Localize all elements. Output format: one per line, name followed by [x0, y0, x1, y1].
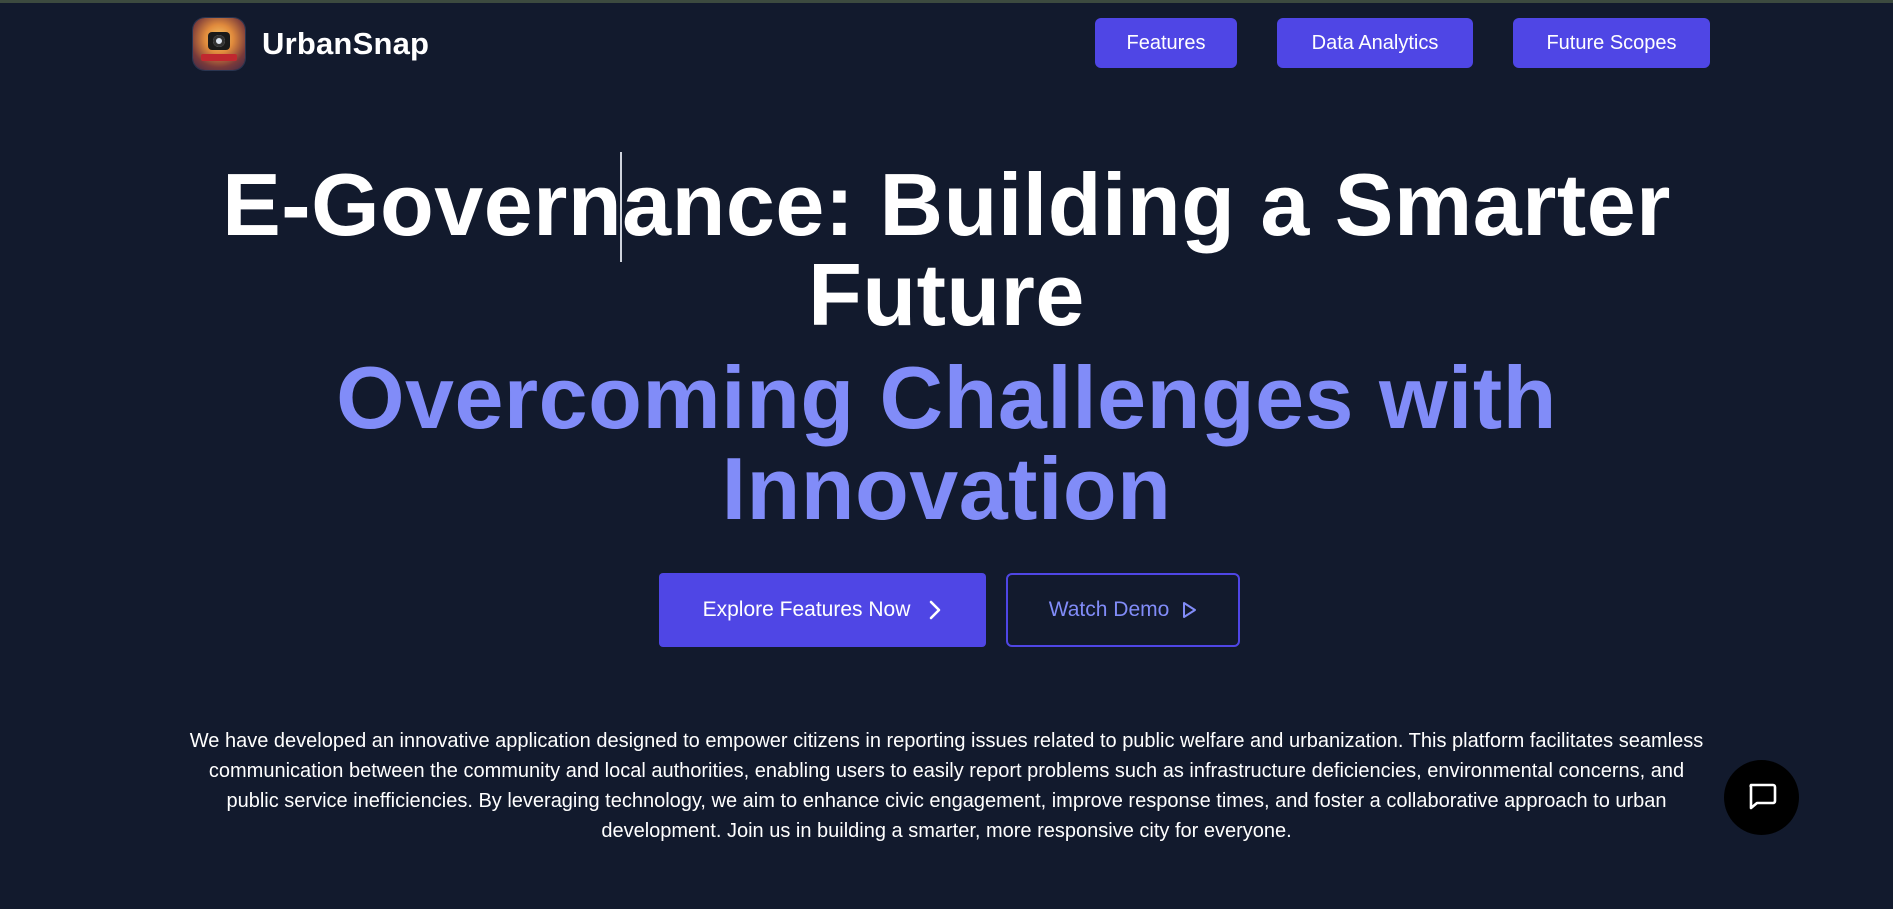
urbansnap-logo-icon [193, 18, 245, 70]
logo-banner [201, 54, 237, 61]
chat-bubble-icon [1745, 778, 1779, 817]
hero-subtitle: Overcoming Challenges with Innovation [336, 348, 1557, 538]
navbar: UrbanSnap Features Data Analytics Future… [0, 3, 1893, 83]
brand-name: UrbanSnap [262, 26, 430, 61]
camera-lens-icon [208, 32, 230, 50]
play-icon [1181, 601, 1197, 619]
explore-features-button[interactable]: Explore Features Now [659, 573, 986, 647]
chevron-right-icon [928, 599, 942, 621]
brand-link[interactable]: UrbanSnap [193, 18, 429, 70]
chat-button[interactable] [1724, 760, 1799, 835]
nav-future-scopes-button[interactable]: Future Scopes [1513, 18, 1710, 68]
text-cursor [620, 152, 622, 262]
intro-description: We have developed an innovative applicat… [189, 730, 1704, 842]
nav-features-button[interactable]: Features [1095, 18, 1237, 68]
explore-features-label: Explore Features Now [702, 598, 911, 621]
watch-demo-label: Watch Demo [1048, 598, 1170, 621]
nav-data-analytics-button[interactable]: Data Analytics [1277, 18, 1473, 68]
watch-demo-button[interactable]: Watch Demo [1006, 573, 1240, 647]
hero-title: E-Governance: Building a Smarter Future [222, 155, 1671, 344]
